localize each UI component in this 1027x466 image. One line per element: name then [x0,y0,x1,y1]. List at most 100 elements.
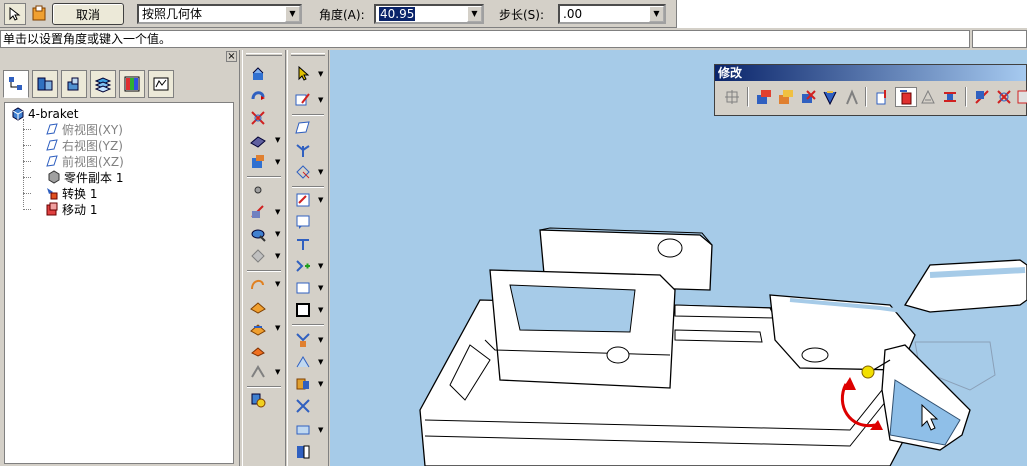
tab-parts-library[interactable] [32,70,58,98]
frame-tool-button[interactable] [292,300,314,320]
thin-wall-tool-button[interactable] [247,130,269,150]
chevron-down-icon[interactable]: ▼ [275,324,280,332]
tree-item-move[interactable]: 移动 1 [45,201,97,217]
relationship-tool-button[interactable] [292,234,314,254]
chevron-down-icon[interactable]: ▼ [275,208,280,216]
step-input[interactable]: .00 ▼ [558,4,666,24]
replace-face-button[interactable] [841,87,863,107]
chevron-down-icon[interactable]: ▼ [649,6,664,22]
tree-item-top-plane[interactable]: 俯视图(XY) [45,121,123,137]
resize-round-button[interactable] [993,87,1015,107]
method-select[interactable]: 按照几何体 ▼ [137,4,302,24]
offset-face-button[interactable] [819,87,841,107]
add-relation-tool-button[interactable] [292,256,314,276]
rotate-selected-button[interactable] [895,87,917,107]
settings-button[interactable] [28,3,50,25]
axis-tool-button[interactable] [292,162,314,182]
move-icon [725,90,739,104]
chevron-down-icon[interactable]: ▼ [275,280,280,288]
select-cursor-button[interactable] [4,3,26,25]
chevron-down-icon[interactable]: ▼ [318,336,323,344]
sketch-tool-button[interactable] [292,90,314,110]
chevron-down-icon[interactable]: ▼ [318,262,323,270]
annotation-tool-button[interactable] [292,212,314,232]
rotate-face-button[interactable] [775,87,797,107]
sheet-tool-button[interactable] [292,420,314,440]
coordinate-system-tool-button[interactable] [292,140,314,160]
chevron-down-icon[interactable]: ▼ [285,6,300,22]
modify-toolbar[interactable]: 修改 [714,64,1027,116]
coordinate-system-icon [296,144,310,157]
chevron-down-icon[interactable]: ▼ [318,70,323,78]
resize-round-icon [997,90,1011,104]
web-tool-button[interactable] [247,340,269,360]
move-tool-button[interactable] [721,87,743,107]
chevron-down-icon[interactable]: ▼ [275,158,280,166]
tab-feature-library[interactable] [61,70,87,98]
surface-tool-button[interactable] [292,278,314,298]
chevron-down-icon[interactable]: ▼ [318,306,323,314]
hole-tool-button[interactable] [247,108,269,128]
tab-layers[interactable] [90,70,116,98]
lift-face-button[interactable] [871,87,893,107]
tab-sensors[interactable] [148,70,174,98]
dimension-tool-button[interactable] [292,190,314,210]
replace-face-icon [846,89,858,105]
draft-tool-button[interactable] [247,224,269,244]
close-icon[interactable]: × [226,51,237,62]
chevron-down-icon[interactable]: ▼ [318,96,323,104]
tree-item-label: 前视图(XZ) [62,154,124,169]
tab-color-manager[interactable] [119,70,145,98]
emboss-tool-button[interactable] [247,296,269,316]
plane-tool-button[interactable] [292,118,314,138]
chevron-down-icon[interactable]: ▼ [467,6,482,22]
cancel-button[interactable]: 取消 [52,3,124,25]
chevron-down-icon[interactable]: ▼ [318,426,323,434]
angle-input[interactable]: 40.95 ▼ [374,4,484,24]
rib-tool-button[interactable] [247,246,269,266]
revolve-tool-button[interactable] [247,86,269,106]
toolbar-grip[interactable] [246,53,282,56]
tree-item-part-copy[interactable]: 零件副本 1 [47,169,123,185]
chevron-down-icon[interactable]: ▼ [318,380,323,388]
chevron-down-icon[interactable]: ▼ [275,230,280,238]
chevron-down-icon[interactable]: ▼ [318,196,323,204]
wrap-tool-button[interactable] [247,318,269,338]
chevron-down-icon[interactable]: ▼ [318,284,323,292]
pattern-tool-button[interactable] [292,330,314,350]
chevron-down-icon[interactable]: ▼ [275,252,280,260]
mirror-tool-button[interactable] [292,352,314,372]
move-face-button[interactable] [753,87,775,107]
resize-hole-button[interactable] [971,87,993,107]
chevron-down-icon[interactable]: ▼ [275,368,280,376]
tab-pathfinder[interactable] [3,70,29,98]
pathfinder-icon [9,77,22,90]
panel-title-bar: × [0,50,240,64]
chevron-down-icon[interactable]: ▼ [318,168,323,176]
prompt-text: 单击以设置角度或键入一个值。 [3,32,172,46]
match-face-button[interactable] [917,87,939,107]
extrude-tool-button[interactable] [247,64,269,84]
tree-item-transform[interactable]: 转换 1 [45,185,97,201]
align-face-button[interactable] [939,87,961,107]
tree-item-front-plane[interactable]: 前视图(XZ) [45,153,124,169]
chamfer-tool-button[interactable] [247,202,269,222]
rotate-face-icon [779,90,793,104]
more-tools-button[interactable] [1015,87,1027,107]
chevron-down-icon[interactable]: ▼ [318,358,323,366]
curve-tool-button[interactable] [247,274,269,294]
copy-part-tool-button[interactable] [292,374,314,394]
chevron-down-icon[interactable]: ▼ [275,136,280,144]
round-tool-button[interactable] [247,152,269,172]
modify-toolbar-title[interactable]: 修改 [715,65,1026,81]
delete-face-button[interactable] [797,87,819,107]
point-tool-button[interactable] [247,180,269,200]
select-tool-button[interactable] [292,64,314,84]
lip-tool-button[interactable] [247,362,269,382]
toolbar-grip[interactable] [291,53,325,56]
tree-item-right-plane[interactable]: 右视图(YZ) [45,137,123,153]
part-library-tool-button[interactable] [247,390,269,410]
resize-rib-icon [1017,90,1027,104]
thicken-tool-button[interactable] [292,442,314,462]
split-tool-button[interactable] [292,396,314,416]
